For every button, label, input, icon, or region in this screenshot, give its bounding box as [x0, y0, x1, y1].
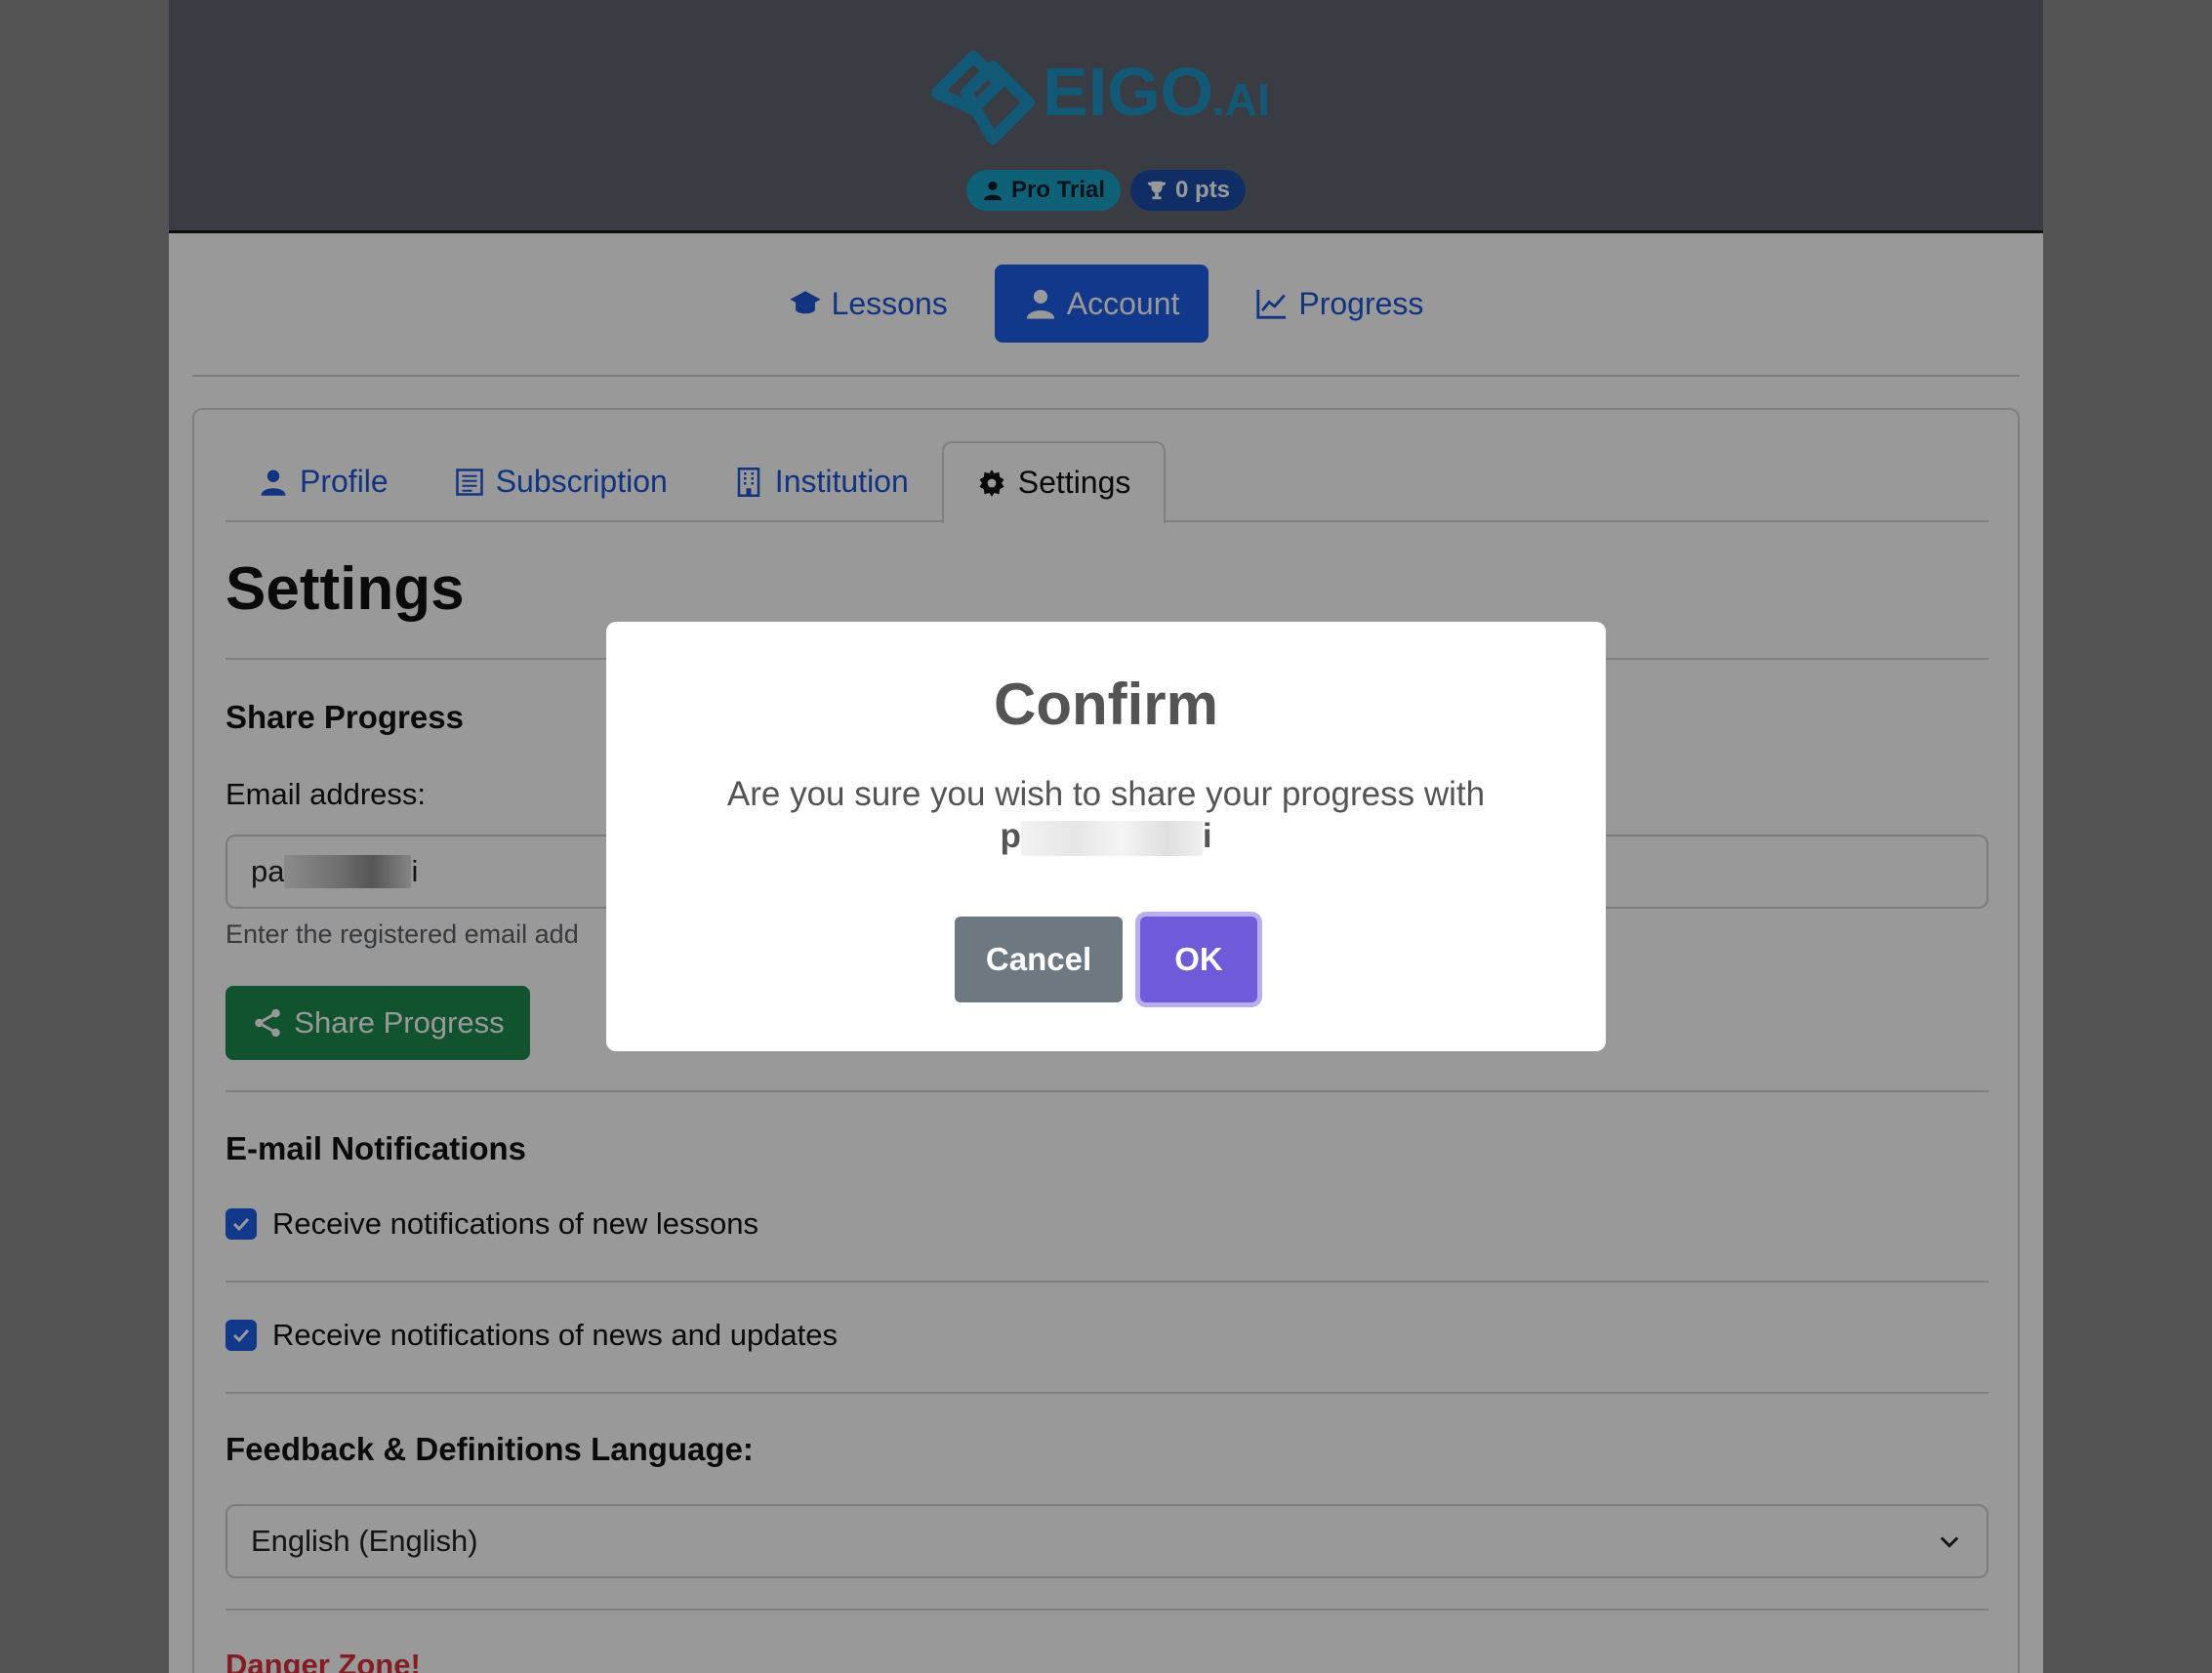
cancel-button[interactable]: Cancel	[955, 917, 1123, 1002]
confirm-dialog-email: pi	[606, 817, 1606, 856]
confirm-email-prefix: p	[1000, 817, 1021, 855]
confirm-dialog-title: Confirm	[994, 672, 1218, 737]
redacted-email-blur	[1020, 820, 1203, 856]
confirm-email-suffix: i	[1202, 817, 1212, 855]
confirm-dialog: Confirm Are you sure you wish to share y…	[606, 622, 1606, 1051]
ok-button[interactable]: OK	[1140, 917, 1257, 1002]
confirm-dialog-actions: Cancel OK	[606, 917, 1606, 1002]
confirm-dialog-message: Are you sure you wish to share your prog…	[726, 775, 1486, 813]
